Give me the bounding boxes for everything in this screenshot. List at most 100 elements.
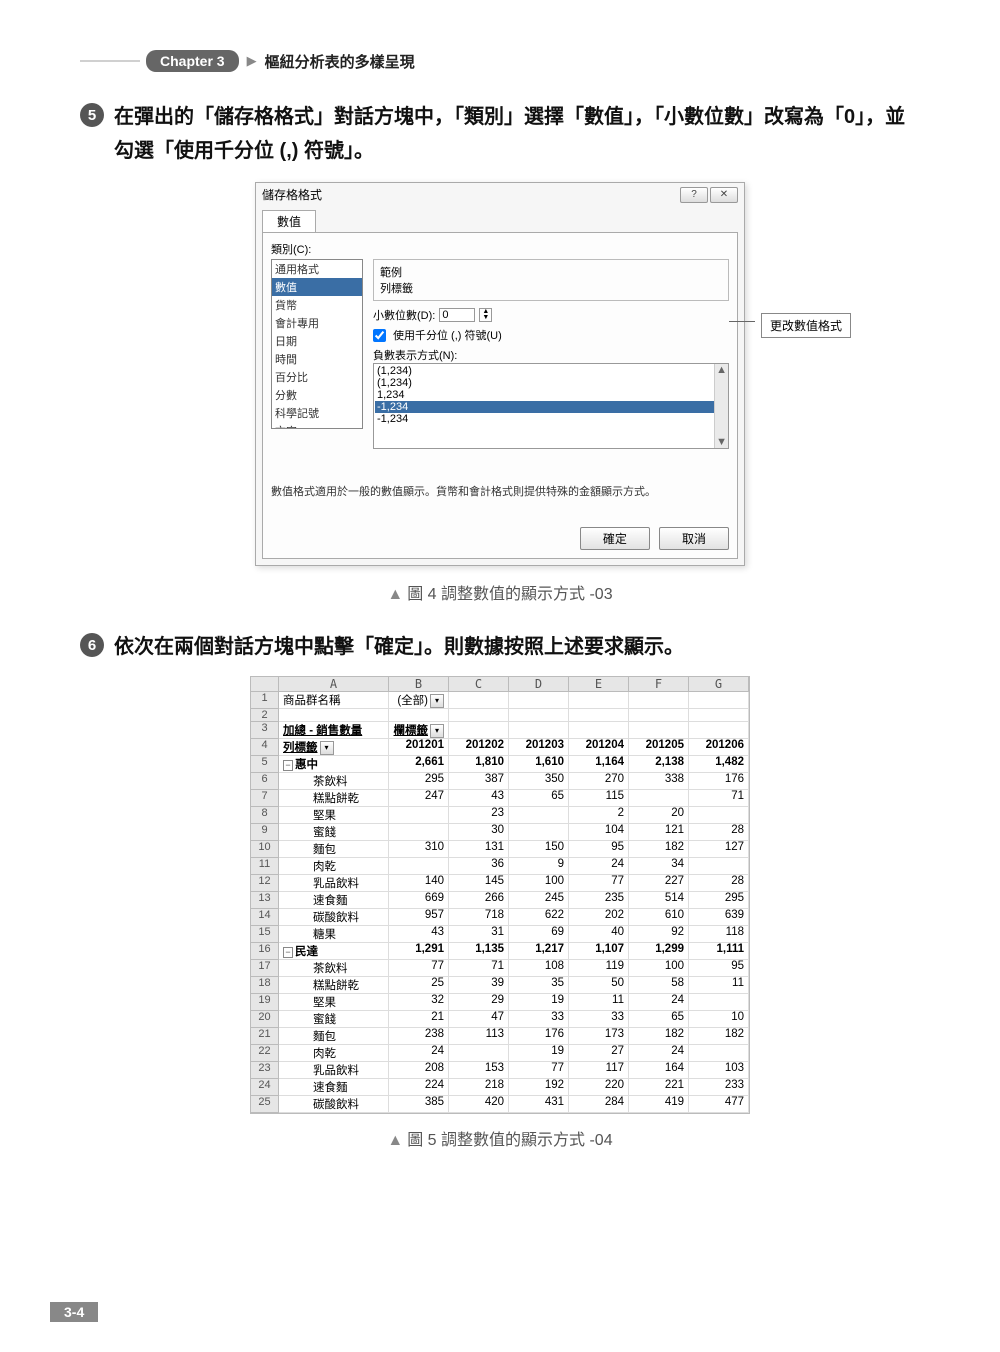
cell[interactable] bbox=[569, 722, 629, 739]
category-listbox[interactable]: 通用格式數值貨幣會計專用日期時間百分比分數科學記號文字特殊自訂 bbox=[271, 259, 363, 429]
column-header[interactable]: C bbox=[449, 677, 509, 692]
cell[interactable]: 28 bbox=[689, 824, 749, 841]
cell[interactable]: 19 bbox=[509, 994, 569, 1011]
cell[interactable]: 71 bbox=[689, 790, 749, 807]
cell[interactable] bbox=[689, 994, 749, 1011]
cell[interactable]: 麵包 bbox=[279, 1028, 389, 1045]
cell[interactable]: 堅果 bbox=[279, 807, 389, 824]
cell[interactable]: 350 bbox=[509, 773, 569, 790]
row-header[interactable]: 7 bbox=[251, 790, 279, 807]
row-header[interactable]: 25 bbox=[251, 1096, 279, 1113]
cell[interactable]: 蜜餞 bbox=[279, 1011, 389, 1028]
category-item[interactable]: 科學記號 bbox=[272, 404, 362, 422]
cell[interactable]: 碳酸飲料 bbox=[279, 909, 389, 926]
cell[interactable]: 19 bbox=[509, 1045, 569, 1062]
cell[interactable]: 718 bbox=[449, 909, 509, 926]
cell[interactable]: 乳品飲料 bbox=[279, 875, 389, 892]
cell[interactable]: 77 bbox=[509, 1062, 569, 1079]
cell[interactable]: 385 bbox=[389, 1096, 449, 1113]
cell[interactable]: 202 bbox=[569, 909, 629, 926]
cell[interactable]: 2,138 bbox=[629, 756, 689, 773]
cell[interactable]: 201204 bbox=[569, 739, 629, 756]
cell[interactable]: 11 bbox=[569, 994, 629, 1011]
cell[interactable]: 117 bbox=[569, 1062, 629, 1079]
row-header[interactable]: 1 bbox=[251, 692, 279, 709]
cell[interactable] bbox=[509, 824, 569, 841]
cell[interactable]: 33 bbox=[569, 1011, 629, 1028]
collapse-icon[interactable]: − bbox=[283, 947, 293, 958]
cell[interactable]: 108 bbox=[509, 960, 569, 977]
cell[interactable]: 100 bbox=[509, 875, 569, 892]
cell[interactable] bbox=[449, 1045, 509, 1062]
column-header[interactable]: F bbox=[629, 677, 689, 692]
cell[interactable] bbox=[689, 858, 749, 875]
cell[interactable] bbox=[449, 709, 509, 722]
cell[interactable] bbox=[509, 807, 569, 824]
help-icon[interactable]: ? bbox=[680, 187, 708, 203]
cell[interactable]: 1,217 bbox=[509, 943, 569, 960]
cell[interactable]: 95 bbox=[569, 841, 629, 858]
category-item[interactable]: 文字 bbox=[272, 422, 362, 429]
cell[interactable]: 201201 bbox=[389, 739, 449, 756]
column-header[interactable]: D bbox=[509, 677, 569, 692]
cell[interactable]: 24 bbox=[629, 1045, 689, 1062]
cell[interactable]: 1,299 bbox=[629, 943, 689, 960]
cell[interactable]: 233 bbox=[689, 1079, 749, 1096]
cell[interactable]: 957 bbox=[389, 909, 449, 926]
cell[interactable]: 24 bbox=[629, 994, 689, 1011]
cell[interactable]: 622 bbox=[509, 909, 569, 926]
cell[interactable]: 21 bbox=[389, 1011, 449, 1028]
cell[interactable]: 35 bbox=[509, 977, 569, 994]
cell[interactable]: 113 bbox=[449, 1028, 509, 1045]
cell[interactable]: 95 bbox=[689, 960, 749, 977]
cell[interactable]: 1,810 bbox=[449, 756, 509, 773]
close-icon[interactable]: ✕ bbox=[710, 187, 738, 203]
row-header[interactable]: 6 bbox=[251, 773, 279, 790]
scrollbar[interactable]: ▲▼ bbox=[714, 364, 728, 448]
cell[interactable]: 100 bbox=[629, 960, 689, 977]
cell[interactable] bbox=[389, 824, 449, 841]
row-header[interactable]: 17 bbox=[251, 960, 279, 977]
cell[interactable] bbox=[509, 692, 569, 709]
row-header[interactable]: 4 bbox=[251, 739, 279, 756]
cell[interactable]: 235 bbox=[569, 892, 629, 909]
decimal-places-input[interactable] bbox=[439, 308, 475, 322]
cell[interactable]: 218 bbox=[449, 1079, 509, 1096]
dropdown-icon[interactable]: ▾ bbox=[430, 694, 444, 708]
cell[interactable]: 103 bbox=[689, 1062, 749, 1079]
cell[interactable]: 176 bbox=[509, 1028, 569, 1045]
cell[interactable]: 121 bbox=[629, 824, 689, 841]
cell[interactable]: 420 bbox=[449, 1096, 509, 1113]
cell[interactable]: 1,164 bbox=[569, 756, 629, 773]
cell[interactable]: 1,111 bbox=[689, 943, 749, 960]
row-header[interactable]: 12 bbox=[251, 875, 279, 892]
dropdown-icon[interactable]: ▾ bbox=[320, 741, 334, 755]
cell[interactable]: 20 bbox=[629, 807, 689, 824]
column-header[interactable]: E bbox=[569, 677, 629, 692]
cell[interactable]: 24 bbox=[389, 1045, 449, 1062]
cell[interactable]: 堅果 bbox=[279, 994, 389, 1011]
cell[interactable]: 23 bbox=[449, 807, 509, 824]
cell[interactable]: 25 bbox=[389, 977, 449, 994]
cell[interactable]: 77 bbox=[569, 875, 629, 892]
cell[interactable]: 284 bbox=[569, 1096, 629, 1113]
cell[interactable] bbox=[279, 709, 389, 722]
cell[interactable]: 27 bbox=[569, 1045, 629, 1062]
row-header[interactable]: 2 bbox=[251, 709, 279, 722]
cell[interactable] bbox=[629, 709, 689, 722]
category-item[interactable]: 數值 bbox=[272, 278, 362, 296]
cell[interactable]: 669 bbox=[389, 892, 449, 909]
cell[interactable]: 11 bbox=[689, 977, 749, 994]
cell[interactable]: 65 bbox=[629, 1011, 689, 1028]
cell[interactable]: 118 bbox=[689, 926, 749, 943]
cell[interactable]: 238 bbox=[389, 1028, 449, 1045]
row-header[interactable]: 21 bbox=[251, 1028, 279, 1045]
cell[interactable]: 50 bbox=[569, 977, 629, 994]
sheet-corner[interactable] bbox=[251, 677, 279, 692]
cell[interactable]: 10 bbox=[689, 1011, 749, 1028]
cell[interactable]: 208 bbox=[389, 1062, 449, 1079]
ok-button[interactable]: 確定 bbox=[580, 527, 650, 550]
cell[interactable]: 245 bbox=[509, 892, 569, 909]
row-header[interactable]: 20 bbox=[251, 1011, 279, 1028]
cell[interactable] bbox=[449, 722, 509, 739]
